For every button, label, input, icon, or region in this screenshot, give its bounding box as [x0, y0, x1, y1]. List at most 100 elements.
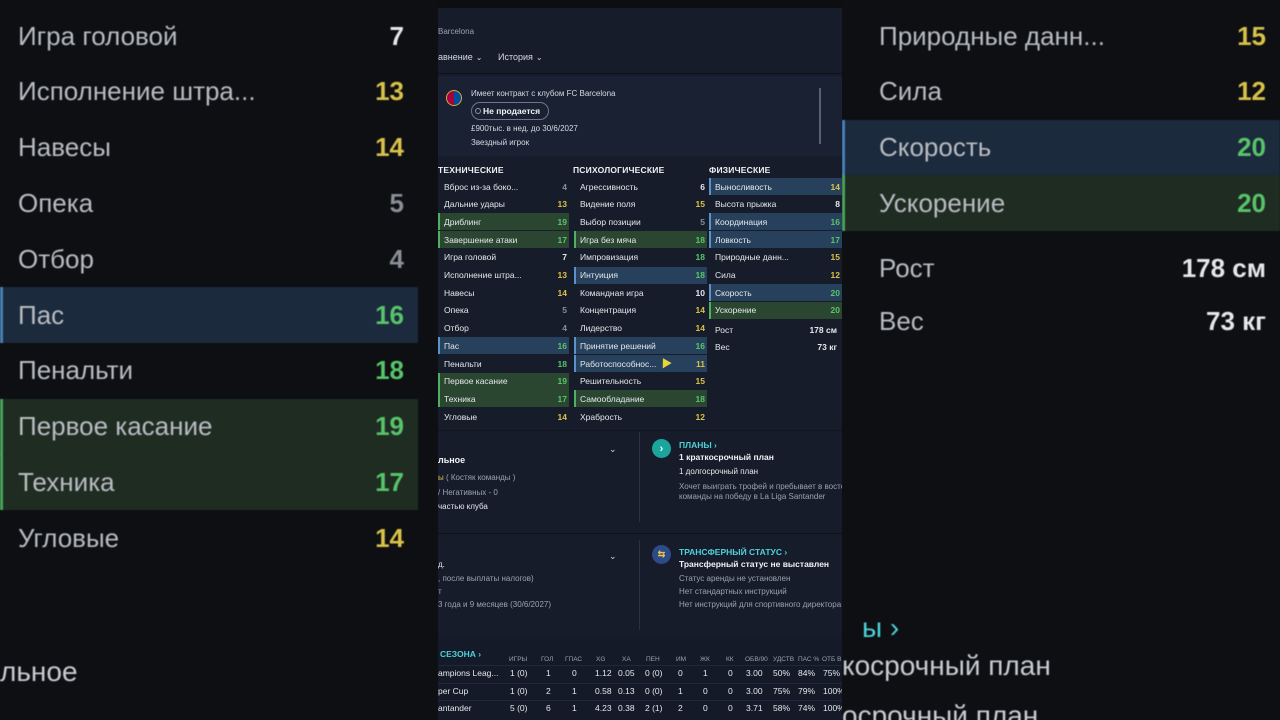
stats-column-header[interactable]: ОТБ В	[822, 656, 841, 663]
attribute-row[interactable]: Храбрость 12	[574, 408, 707, 425]
chevron-down-icon[interactable]: ⌄	[609, 551, 617, 562]
attribute-row[interactable]: Пас 16	[0, 287, 418, 343]
attribute-row[interactable]: Опека 5	[438, 302, 569, 319]
chevron-down-icon[interactable]: ⌄	[609, 444, 617, 455]
height-value: 178 см	[809, 325, 837, 335]
nav-history-menu[interactable]: История ⌄	[498, 52, 543, 62]
attribute-row[interactable]: Дальние удары 13	[438, 196, 569, 213]
attribute-row[interactable]: Решительность 15	[574, 373, 707, 390]
breadcrumb[interactable]: Barcelona	[438, 27, 474, 36]
attribute-row[interactable]: Игра без мяча 18	[574, 231, 707, 249]
attribute-label: Угловые	[18, 522, 120, 553]
attribute-row[interactable]: Игра головой 7	[0, 8, 418, 64]
attribute-row[interactable]: Скорость 20	[842, 119, 1280, 176]
stats-column-header[interactable]: УДСТВ	[773, 656, 794, 663]
plans-short: 1 краткосрочный план	[679, 452, 774, 462]
status-title: льное	[438, 455, 466, 465]
attribute-row[interactable]: Агрессивность 6	[574, 178, 707, 195]
attribute-row[interactable]: Навесы 14	[0, 120, 418, 176]
attribute-row[interactable]: Техника 17	[0, 454, 418, 511]
stats-cell: 5 (0)	[510, 703, 528, 713]
stats-column-header[interactable]: ПЕН	[646, 656, 660, 663]
stats-column-header[interactable]: КК	[726, 656, 734, 663]
attribute-row[interactable]: Координация 16	[709, 213, 842, 231]
status-line-2: / Негативных - 0	[438, 488, 498, 497]
nav-comparison-menu[interactable]: авнение ⌄	[438, 52, 482, 62]
season-title[interactable]: СЕЗОНА ›	[440, 649, 481, 659]
stats-column-header[interactable]: ЖК	[700, 656, 710, 663]
attribute-row[interactable]: Исполнение штра... 13	[0, 64, 418, 120]
attribute-row[interactable]: Техника 17	[438, 390, 569, 408]
attribute-row[interactable]: Выносливость 14	[709, 178, 842, 195]
attribute-row[interactable]: Завершение атаки 17	[438, 231, 569, 249]
attribute-row[interactable]: Командная игра 10	[574, 284, 707, 301]
attribute-row[interactable]: Отбор 4	[438, 320, 569, 337]
attribute-row[interactable]: Ускорение 20	[709, 301, 842, 319]
attribute-value: 18	[695, 234, 705, 245]
contract-scrollbar[interactable]	[819, 88, 821, 144]
attribute-row[interactable]: Природные данн... 15	[709, 249, 842, 266]
nav-history-label: История	[498, 52, 533, 62]
transfer-icon[interactable]: ⇆	[652, 545, 671, 564]
stats-competition[interactable]: per Cup	[438, 686, 468, 696]
attribute-row[interactable]: Угловые 14	[0, 510, 418, 566]
attribute-row[interactable]: Пенальти 18	[438, 355, 569, 372]
stats-column-header[interactable]: ГПАС	[565, 656, 582, 663]
attribute-row[interactable]: Пенальти 18	[0, 343, 418, 399]
stats-column-header[interactable]: ИГРЫ	[509, 656, 527, 663]
attribute-row[interactable]: Природные данн... 15	[842, 8, 1280, 64]
attribute-row[interactable]: Дриблинг 19	[438, 213, 569, 231]
attribute-row[interactable]: Отбор 4	[0, 231, 418, 287]
attribute-row[interactable]: Ускорение 20	[842, 175, 1280, 232]
stats-competition[interactable]: ampions Leag...	[438, 668, 498, 678]
attribute-row[interactable]: Лидерство 14	[574, 320, 707, 337]
attribute-value: 18	[375, 355, 404, 386]
attribute-row[interactable]: Первое касание 19	[0, 398, 418, 455]
attribute-row[interactable]: Интуиция 18	[574, 266, 707, 284]
attribute-row[interactable]: Видение поля 15	[574, 196, 707, 213]
transfer-title[interactable]: ТРАНСФЕРНЫЙ СТАТУС ›	[679, 547, 787, 557]
attribute-row[interactable]: Исполнение штра... 13	[438, 267, 569, 284]
stats-column-header[interactable]: ИМ	[676, 656, 686, 663]
attribute-row[interactable]: Вброс из-за боко... 4	[438, 178, 569, 195]
attribute-row[interactable]: Концентрация 14	[574, 302, 707, 319]
attribute-value: 20	[1237, 132, 1266, 163]
attribute-row[interactable]: Опека 5	[0, 175, 418, 231]
stats-column-header[interactable]: ОБВ/90	[745, 656, 768, 663]
attribute-label: Вброс из-за боко...	[444, 181, 519, 192]
stats-column-header[interactable]: XG	[596, 656, 605, 663]
attribute-row[interactable]: Навесы 14	[438, 284, 569, 301]
attribute-row[interactable]: Скорость 20	[709, 284, 842, 302]
stats-competition[interactable]: antander	[438, 703, 472, 713]
right-blur-long-plan: осрочный план	[842, 700, 1039, 720]
attribute-row[interactable]: Рост 178 см	[842, 240, 1280, 296]
transfer-status-pill[interactable]: Не продается	[471, 102, 549, 120]
attribute-label: Пенальти	[444, 358, 482, 369]
attribute-row[interactable]: Сила 12	[842, 64, 1280, 120]
attribute-row[interactable]: Принятие решений 16	[574, 337, 707, 355]
stats-column-header[interactable]: ПАС %	[798, 656, 819, 663]
status-line-3: частью клуба	[438, 502, 488, 511]
stats-cell: 4.23	[595, 703, 612, 713]
attribute-row[interactable]: Выбор позиции 5	[574, 213, 707, 230]
attribute-row[interactable]: Работоспособнос... 11	[574, 355, 707, 372]
stats-cell: 75%	[823, 668, 841, 678]
stats-cell: 1 (0)	[510, 668, 528, 678]
plans-title[interactable]: ПЛАНЫ ›	[679, 440, 717, 450]
attribute-row[interactable]: Ловкость 17	[709, 231, 842, 249]
attribute-label: Исполнение штра...	[18, 76, 256, 107]
stats-column-header[interactable]: ГОЛ	[541, 656, 553, 663]
mental-header: ПСИХОЛОГИЧЕСКИЕ	[573, 165, 665, 175]
chevron-right-icon[interactable]: ›	[652, 439, 671, 458]
attribute-row[interactable]: Вес 73 кг	[842, 293, 1280, 349]
attribute-row[interactable]: Первое касание 19	[438, 372, 569, 390]
attribute-row[interactable]: Угловые 14	[438, 408, 569, 425]
attribute-row[interactable]: Самообладание 18	[574, 390, 707, 408]
physical-header: ФИЗИЧЕСКИЕ	[709, 165, 771, 175]
attribute-row[interactable]: Пас 16	[438, 337, 569, 355]
attribute-row[interactable]: Высота прыжка 8	[709, 196, 842, 213]
attribute-row[interactable]: Игра головой 7	[438, 249, 569, 266]
attribute-row[interactable]: Импровизация 18	[574, 249, 707, 266]
stats-column-header[interactable]: ХА	[622, 656, 631, 663]
attribute-row[interactable]: Сила 12	[709, 267, 842, 284]
